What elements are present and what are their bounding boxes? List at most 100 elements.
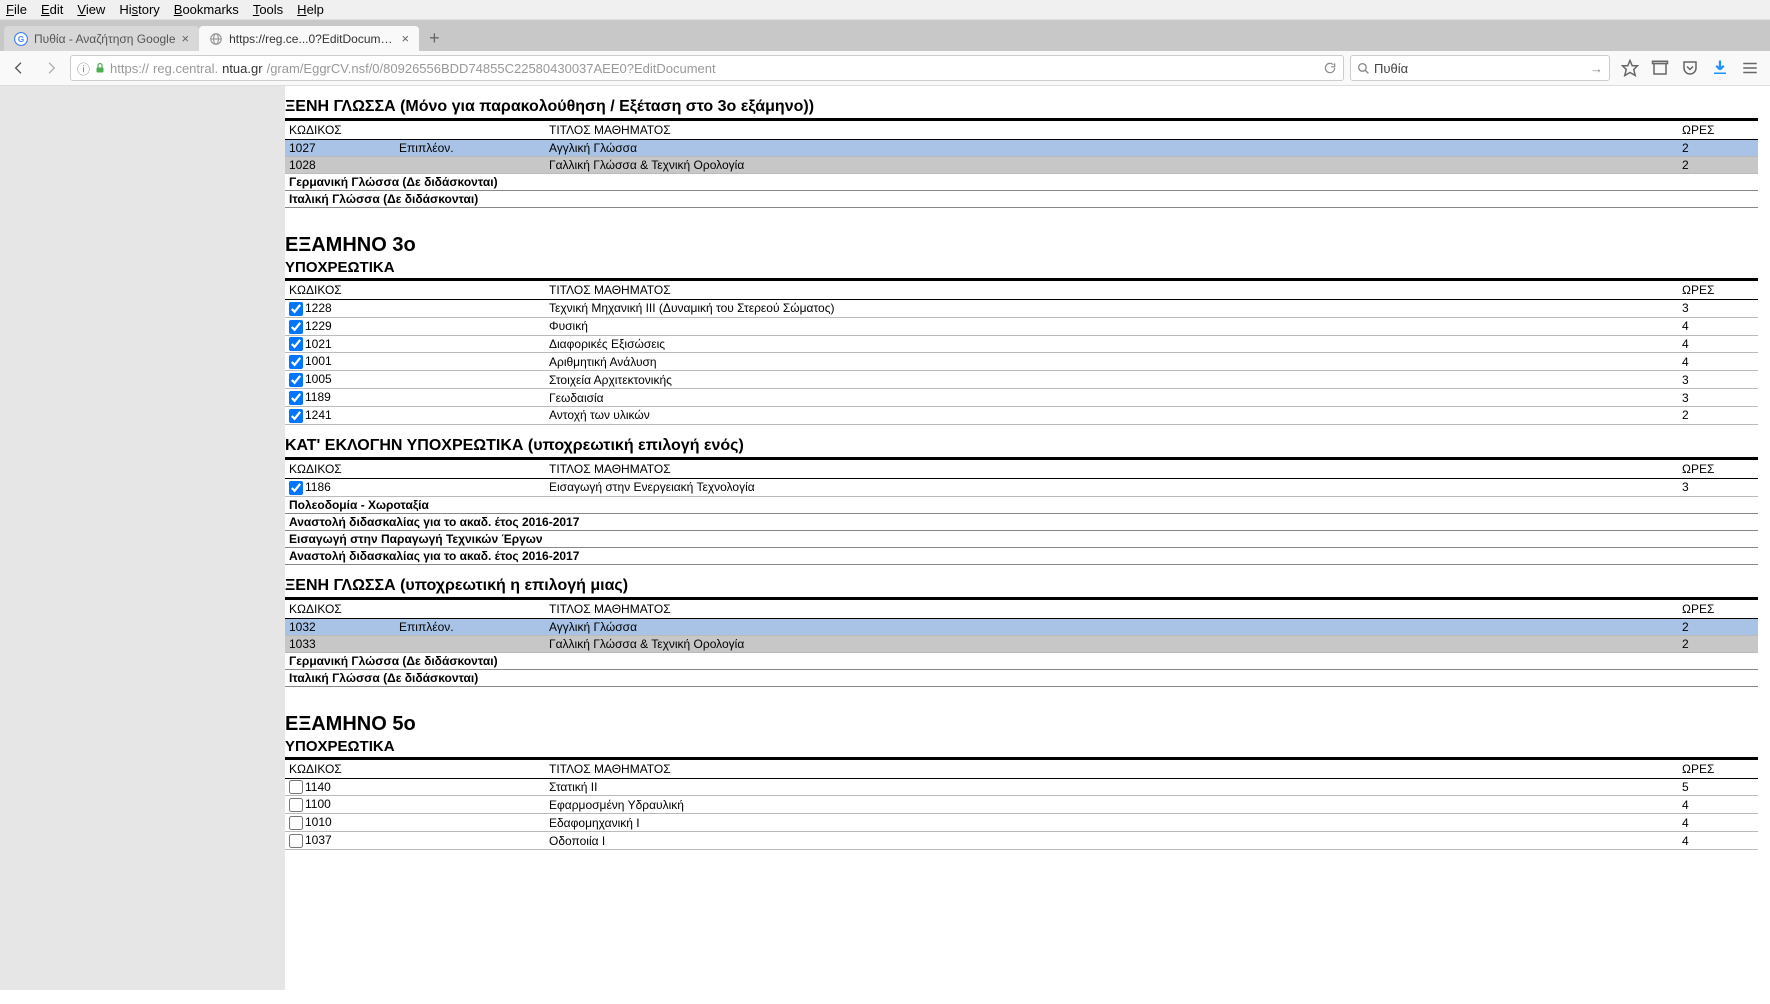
course-checkbox[interactable] [289,816,303,830]
section-foreign-language-top: ΞΕΝΗ ΓΛΩΣΣΑ (Μόνο για παρακολούθηση / Εξ… [285,94,1758,120]
menu-edit[interactable]: Edit [41,2,63,17]
note-row: Πολεοδομία - Χωροταξία [285,496,1758,513]
table-row[interactable]: 1037Οδοποιία Ι4 [285,832,1758,850]
col-code: ΚΩΔΙΚΟΣ [285,281,395,300]
col-hours: ΩΡΕΣ [1678,121,1758,140]
svg-text:G: G [18,34,24,43]
table-row[interactable]: 1001Αριθμητική Ανάλυση4 [285,353,1758,371]
col-title: ΤΙΤΛΟΣ ΜΑΘΗΜΑΤΟΣ [545,599,1678,618]
info-icon[interactable]: ⓘ [77,59,90,78]
note-row: Γερμανική Γλώσσα (Δε διδάσκονται) [285,652,1758,669]
note-row: Ιταλική Γλώσσα (Δε διδάσκονται) [285,191,1758,208]
lock-icon [94,62,106,74]
table-sem3-lang: ΚΩΔΙΚΟΣ ΤΙΤΛΟΣ ΜΑΘΗΜΑΤΟΣ ΩΡΕΣ 1032 Επιπλ… [285,599,1758,687]
note-row: Εισαγωγή στην Παραγωγή Τεχνικών Έργων [285,530,1758,547]
close-icon[interactable]: × [182,31,190,46]
back-button[interactable] [6,55,32,81]
search-bar[interactable]: → [1350,55,1610,81]
table-row[interactable]: 1028 Γαλλική Γλώσσα & Τεχνική Ορολογία 2 [285,157,1758,174]
col-code: ΚΩΔΙΚΟΣ [285,121,395,140]
menu-view[interactable]: View [77,2,105,17]
download-icon[interactable] [1710,58,1730,78]
menu-history[interactable]: History [119,2,159,17]
foreign-language-heading: ΞΕΝΗ ΓΛΩΣΣΑ (υποχρεωτική η επιλογή μιας) [285,573,1758,599]
table-row[interactable]: 1027 Επιπλέον. Αγγλική Γλώσσα 2 [285,140,1758,157]
menu-bookmarks[interactable]: Bookmarks [174,2,239,17]
table-row[interactable]: 1021Διαφορικές Εξισώσεις4 [285,335,1758,353]
tab-strip: G Πυθία - Αναζήτηση Google × https://reg… [0,20,1770,51]
course-checkbox[interactable] [289,337,303,351]
address-bar[interactable]: ⓘ https:// reg.central. ntua.gr/gram/EggrC… [70,55,1344,81]
col-title: ΤΙΤΛΟΣ ΜΑΘΗΜΑΤΟΣ [545,459,1678,478]
note-row: Αναστολή διδασκαλίας για το ακαδ. έτος 2… [285,547,1758,564]
table-row[interactable]: 1189Γεωδαισία3 [285,389,1758,407]
elective-heading: ΚΑΤ' ΕΚΛΟΓΗΝ ΥΠΟΧΡΕΩΤΙΚΑ (υποχρεωτική επ… [285,433,1758,459]
table-row[interactable]: 1005Στοιχεία Αρχιτεκτονικής3 [285,371,1758,389]
table-row[interactable]: 1032 Επιπλέον. Αγγλική Γλώσσα 2 [285,618,1758,635]
library-icon[interactable] [1650,58,1670,78]
col-hours: ΩΡΕΣ [1678,599,1758,618]
table-row[interactable]: 1241Αντοχή των υλικών2 [285,406,1758,424]
course-checkbox[interactable] [289,391,303,405]
new-tab-button[interactable]: + [419,28,450,49]
semester-5-heading: ΕΞΑΜΗΝΟ 5ο [285,713,1758,736]
table-row[interactable]: 1140Στατική ΙΙ5 [285,778,1758,796]
navigation-bar: ⓘ https:// reg.central. ntua.gr/gram/EggrC… [0,51,1770,86]
table-sem3-elect: ΚΩΔΙΚΟΣ ΤΙΤΛΟΣ ΜΑΘΗΜΑΤΟΣ ΩΡΕΣ 1186 Εισαγ… [285,459,1758,565]
star-icon[interactable] [1620,58,1640,78]
note-row: Ιταλική Γλώσσα (Δε διδάσκονται) [285,669,1758,686]
course-checkbox[interactable] [289,834,303,848]
course-checkbox[interactable] [289,355,303,369]
col-title: ΤΙΤΛΟΣ ΜΑΘΗΜΑΤΟΣ [545,121,1678,140]
course-checkbox[interactable] [289,780,303,794]
table-row[interactable]: 1033 Γαλλική Γλώσσα & Τεχνική Ορολογία 2 [285,635,1758,652]
tab-label: https://reg.ce...0?EditDocument [229,32,395,46]
close-icon[interactable]: × [402,31,410,46]
search-input[interactable] [1374,61,1586,76]
pocket-icon[interactable] [1680,58,1700,78]
mandatory-heading: ΥΠΟΧΡΕΩΤΙΚΑ [285,257,1758,280]
table-sem5-mand: ΚΩΔΙΚΟΣ ΤΙΤΛΟΣ ΜΑΘΗΜΑΤΟΣ ΩΡΕΣ 1140Στατικ… [285,759,1758,850]
menu-help[interactable]: Help [297,2,324,17]
col-hours: ΩΡΕΣ [1678,759,1758,778]
table-sem3-mand: ΚΩΔΙΚΟΣ ΤΙΤΛΟΣ ΜΑΘΗΜΑΤΟΣ ΩΡΕΣ 1228Τεχνικ… [285,280,1758,425]
table-row[interactable]: 1229Φυσική4 [285,317,1758,335]
col-hours: ΩΡΕΣ [1678,281,1758,300]
go-icon[interactable]: → [1590,61,1603,76]
search-icon [1357,62,1370,75]
course-checkbox[interactable] [289,302,303,316]
course-checkbox[interactable] [289,798,303,812]
menu-file[interactable]: FFileile [6,2,27,17]
course-checkbox[interactable] [289,409,303,423]
course-checkbox[interactable] [289,373,303,387]
table-row[interactable]: 1100Εφαρμοσμένη Υδραυλική4 [285,796,1758,814]
table-row[interactable]: 1010Εδαφομηχανική Ι4 [285,814,1758,832]
table-row[interactable]: 1228Τεχνική Μηχανική ΙΙΙ (Δυναμική του Σ… [285,300,1758,318]
table-foreign-top: ΚΩΔΙΚΟΣ ΤΙΤΛΟΣ ΜΑΘΗΜΑΤΟΣ ΩΡΕΣ 1027 Επιπλ… [285,120,1758,208]
reload-icon[interactable] [1323,61,1337,75]
page-favicon-icon [209,32,223,46]
forward-button[interactable] [38,55,64,81]
mandatory-heading: ΥΠΟΧΡΕΩΤΙΚΑ [285,736,1758,759]
course-checkbox[interactable] [289,481,303,495]
os-menubar: FFileile Edit View History Bookmarks Too… [0,0,1770,20]
menu-tools[interactable]: Tools [253,2,283,17]
url-host: ntua.gr [222,61,262,76]
course-checkbox[interactable] [289,320,303,334]
tab-label: Πυθία - Αναζήτηση Google [34,32,176,46]
semester-3-heading: ΕΞΑΜΗΝΟ 3ο [285,234,1758,257]
tab-reg-document[interactable]: https://reg.ce...0?EditDocument × [199,26,419,51]
url-path: /gram/EggrCV.nsf/0/80926556BDD74855C2258… [267,61,716,76]
note-row: Γερμανική Γλώσσα (Δε διδάσκονται) [285,174,1758,191]
menu-icon[interactable] [1740,58,1760,78]
sidebar-empty [0,86,285,990]
col-title: ΤΙΤΛΟΣ ΜΑΘΗΜΑΤΟΣ [545,281,1678,300]
page-content: ΞΕΝΗ ΓΛΩΣΣΑ (Μόνο για παρακολούθηση / Εξ… [285,86,1770,990]
table-row[interactable]: 1186 Εισαγωγή στην Ενεργειακή Τεχνολογία… [285,478,1758,496]
col-title: ΤΙΤΛΟΣ ΜΑΘΗΜΑΤΟΣ [545,759,1678,778]
url-prehost: reg.central. [153,61,218,76]
url-protocol: https:// [110,61,149,76]
col-code: ΚΩΔΙΚΟΣ [285,459,395,478]
tab-google-search[interactable]: G Πυθία - Αναζήτηση Google × [4,26,199,51]
note-row: Αναστολή διδασκαλίας για το ακαδ. έτος 2… [285,513,1758,530]
